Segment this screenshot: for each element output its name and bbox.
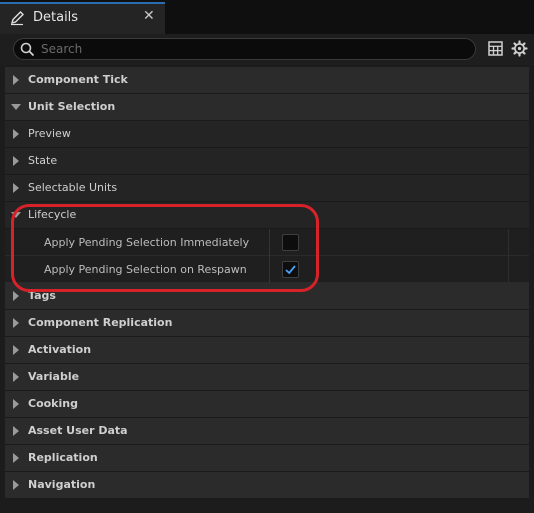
property-row-apply-immediately: Apply Pending Selection Immediately: [5, 229, 529, 256]
category-state[interactable]: State: [5, 148, 529, 175]
category-tags[interactable]: Tags: [5, 283, 529, 310]
category-label: Navigation: [28, 478, 96, 491]
category-label: Preview: [28, 127, 71, 140]
category-asset-user-data[interactable]: Asset User Data: [5, 418, 529, 445]
category-variable[interactable]: Variable: [5, 364, 529, 391]
apply-immediately-checkbox[interactable]: [282, 234, 299, 251]
column-divider: [508, 256, 509, 283]
chevron-right-icon: [13, 75, 19, 85]
chevron-right-icon: [13, 426, 19, 436]
chevron-right-icon: [13, 345, 19, 355]
property-list: Component Tick Unit Selection Preview St…: [5, 67, 529, 499]
category-label: Lifecycle: [28, 208, 77, 221]
close-icon[interactable]: ✕: [143, 8, 155, 24]
category-component-replication[interactable]: Component Replication: [5, 310, 529, 337]
details-panel: Component Tick Unit Selection Preview St…: [0, 34, 534, 513]
search-row: [0, 34, 534, 65]
category-label: Activation: [28, 343, 92, 356]
chevron-right-icon: [13, 480, 19, 490]
search-input[interactable]: [41, 40, 461, 58]
search-box[interactable]: [13, 38, 476, 60]
tab-bar: Details ✕: [0, 0, 534, 34]
category-label: Unit Selection: [28, 100, 116, 113]
category-label: Component Replication: [28, 316, 173, 329]
property-label: Apply Pending Selection on Respawn: [44, 263, 247, 276]
category-unit-selection[interactable]: Unit Selection: [5, 94, 529, 121]
chevron-down-icon: [11, 212, 21, 218]
search-icon: [20, 42, 35, 57]
category-activation[interactable]: Activation: [5, 337, 529, 364]
gear-icon[interactable]: [511, 40, 528, 57]
category-navigation[interactable]: Navigation: [5, 472, 529, 499]
apply-on-respawn-checkbox[interactable]: [282, 261, 299, 278]
checkmark-icon: [285, 265, 296, 275]
property-row-apply-on-respawn: Apply Pending Selection on Respawn: [5, 256, 529, 283]
category-label: Selectable Units: [28, 181, 118, 194]
chevron-right-icon: [13, 183, 19, 193]
category-replication[interactable]: Replication: [5, 445, 529, 472]
chevron-right-icon: [13, 399, 19, 409]
chevron-right-icon: [13, 156, 19, 166]
category-selectable-units[interactable]: Selectable Units: [5, 175, 529, 202]
category-lifecycle[interactable]: Lifecycle: [5, 202, 529, 229]
tab-title: Details: [33, 10, 79, 25]
category-cooking[interactable]: Cooking: [5, 391, 529, 418]
category-label: Cooking: [28, 397, 78, 410]
category-label: Tags: [28, 289, 56, 302]
column-divider: [508, 229, 509, 256]
category-preview[interactable]: Preview: [5, 121, 529, 148]
column-divider[interactable]: [269, 256, 270, 283]
category-label: State: [28, 154, 58, 167]
chevron-down-icon: [11, 104, 21, 110]
property-label: Apply Pending Selection Immediately: [44, 236, 250, 249]
category-label: Variable: [28, 370, 80, 383]
category-label: Replication: [28, 451, 98, 464]
chevron-right-icon: [13, 318, 19, 328]
chevron-right-icon: [13, 453, 19, 463]
chevron-right-icon: [13, 372, 19, 382]
category-label: Component Tick: [28, 73, 128, 86]
category-component-tick[interactable]: Component Tick: [5, 67, 529, 94]
tab-details[interactable]: Details ✕: [0, 2, 165, 34]
pencil-icon: [10, 11, 24, 26]
column-divider[interactable]: [269, 229, 270, 256]
chevron-right-icon: [13, 129, 19, 139]
table-view-icon[interactable]: [488, 41, 503, 56]
category-label: Asset User Data: [28, 424, 128, 437]
chevron-right-icon: [13, 291, 19, 301]
